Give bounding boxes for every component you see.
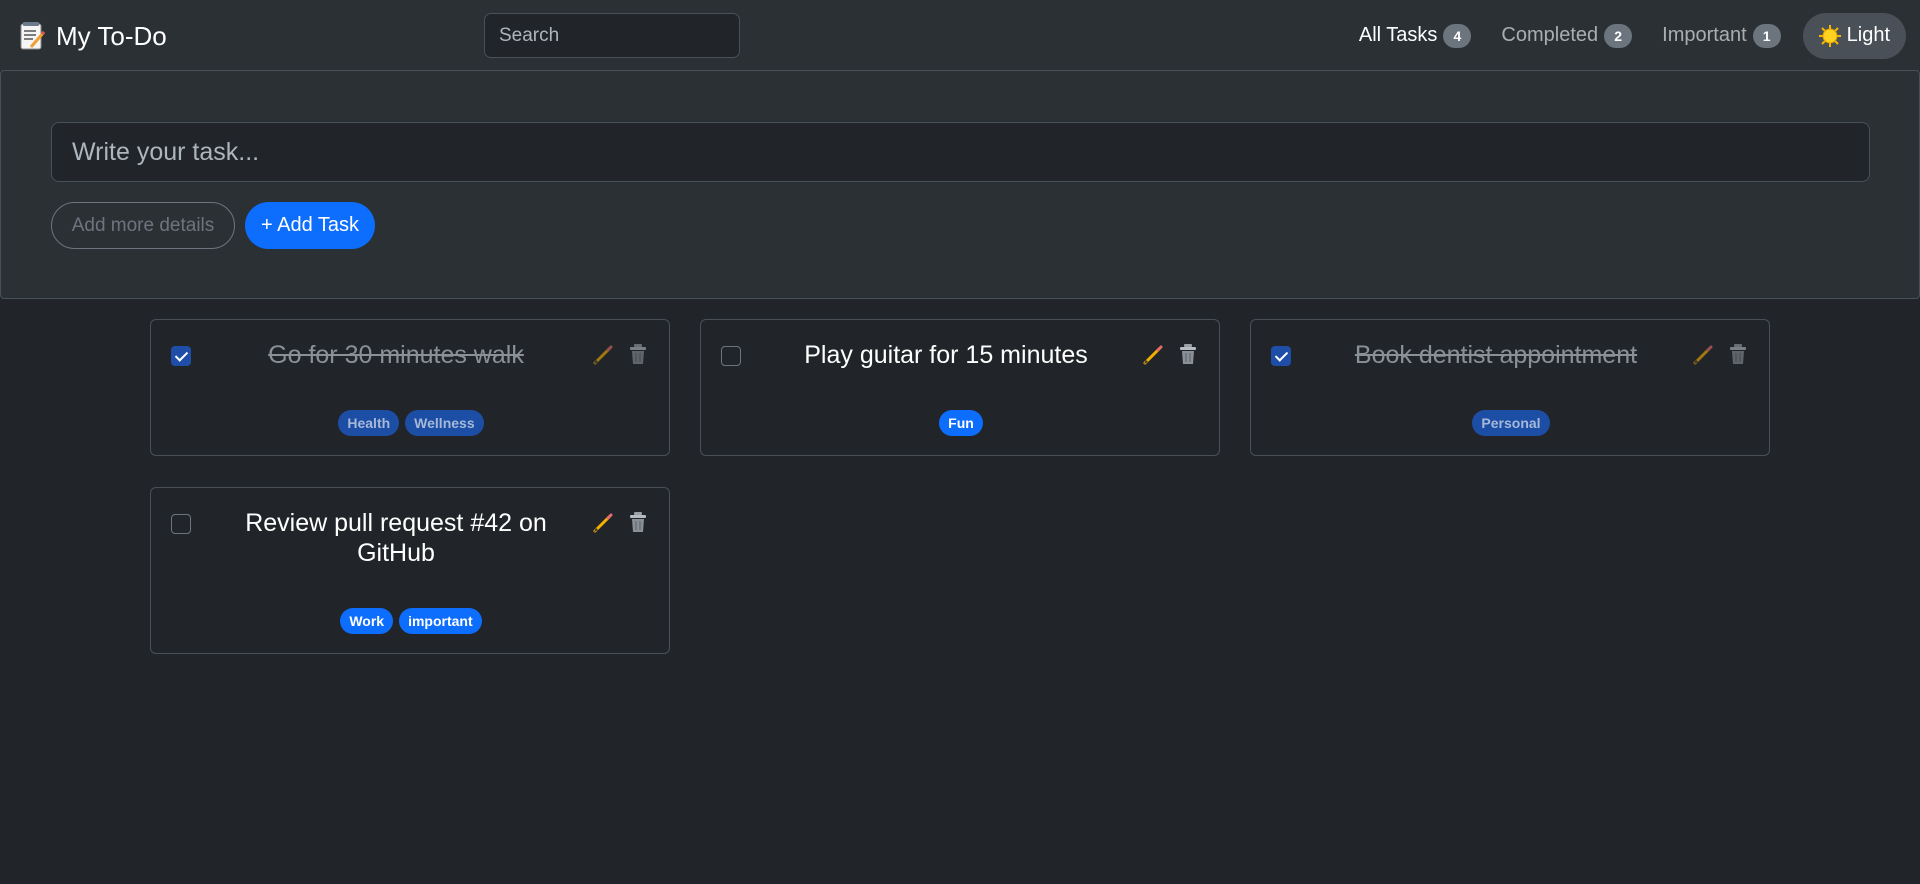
trash-icon[interactable] bbox=[628, 511, 648, 533]
task-tags: Work important bbox=[151, 608, 671, 634]
task-title: Play guitar for 15 minutes bbox=[804, 341, 1088, 369]
nav-completed-label: Completed bbox=[1501, 24, 1599, 46]
task-tag[interactable]: important bbox=[399, 608, 482, 634]
nav-completed-count: 2 bbox=[1604, 23, 1633, 48]
task-card: Review pull request #42 on GitHub Work i… bbox=[150, 487, 670, 654]
nav-completed[interactable]: Completed 2 bbox=[1501, 23, 1633, 48]
task-tag[interactable]: Health bbox=[338, 410, 400, 436]
add-task-button[interactable]: + Add Task bbox=[245, 202, 375, 249]
task-tag[interactable]: Wellness bbox=[405, 410, 484, 436]
task-card: Book dentist appointment Personal bbox=[1250, 319, 1770, 456]
navbar: My To-Do All Tasks 4 Completed 2 Importa… bbox=[0, 0, 1920, 71]
theme-toggle-label: Light bbox=[1846, 24, 1890, 46]
task-checkbox[interactable] bbox=[171, 346, 191, 366]
nav-important[interactable]: Important 1 bbox=[1662, 23, 1781, 48]
task-title: Book dentist appointment bbox=[1354, 341, 1638, 369]
nav-all-tasks[interactable]: All Tasks 4 bbox=[1358, 23, 1472, 48]
nav-all-tasks-label: All Tasks bbox=[1358, 24, 1438, 46]
memo-icon bbox=[20, 22, 46, 50]
task-title: Go for 30 minutes walk bbox=[268, 341, 524, 369]
trash-icon[interactable] bbox=[1728, 343, 1748, 365]
task-tags: Health Wellness bbox=[151, 410, 671, 436]
brand[interactable]: My To-Do bbox=[18, 18, 167, 54]
task-card: Go for 30 minutes walk Health Wellness bbox=[150, 319, 670, 456]
task-checkbox[interactable] bbox=[1271, 346, 1291, 366]
task-title: Review pull request #42 on GitHub bbox=[245, 509, 547, 567]
pencil-icon[interactable] bbox=[1691, 343, 1715, 367]
search-input[interactable] bbox=[484, 13, 740, 58]
app-title: My To-Do bbox=[56, 20, 167, 51]
pencil-icon[interactable] bbox=[1141, 343, 1165, 367]
nav-important-label: Important bbox=[1662, 24, 1747, 46]
sun-icon bbox=[1818, 24, 1841, 47]
pencil-icon[interactable] bbox=[591, 511, 615, 535]
task-tags: Fun bbox=[701, 410, 1221, 436]
task-input[interactable] bbox=[51, 122, 1870, 182]
add-details-button[interactable]: Add more details bbox=[51, 202, 235, 249]
nav-all-tasks-count: 4 bbox=[1443, 23, 1472, 48]
trash-icon[interactable] bbox=[1178, 343, 1198, 365]
task-checkbox[interactable] bbox=[721, 346, 741, 366]
task-checkbox[interactable] bbox=[171, 514, 191, 534]
task-card: Play guitar for 15 minutes Fun bbox=[700, 319, 1220, 456]
task-composer: Add more details + Add Task bbox=[0, 70, 1920, 299]
task-tag[interactable]: Work bbox=[340, 608, 394, 634]
pencil-icon[interactable] bbox=[591, 343, 615, 367]
task-tag[interactable]: Personal bbox=[1472, 410, 1550, 436]
task-tag[interactable]: Fun bbox=[939, 410, 983, 436]
nav-links: All Tasks 4 Completed 2 Important 1 Ligh… bbox=[1329, 12, 1906, 59]
theme-toggle-button[interactable]: Light bbox=[1802, 12, 1906, 59]
nav-important-count: 1 bbox=[1752, 23, 1781, 48]
trash-icon[interactable] bbox=[628, 343, 648, 365]
task-tags: Personal bbox=[1251, 410, 1771, 436]
